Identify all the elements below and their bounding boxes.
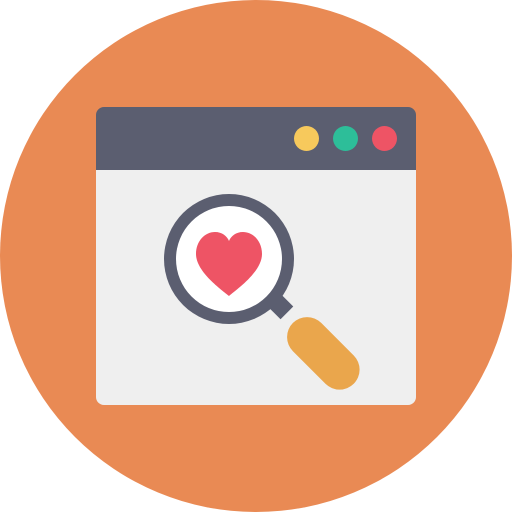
icon-canvas — [0, 0, 512, 512]
window-dot-green — [333, 126, 358, 151]
browser-titlebar — [96, 107, 416, 170]
browser-content-area — [96, 170, 416, 405]
browser-window — [96, 107, 416, 405]
window-dot-red — [372, 126, 397, 151]
window-dot-yellow — [294, 126, 319, 151]
